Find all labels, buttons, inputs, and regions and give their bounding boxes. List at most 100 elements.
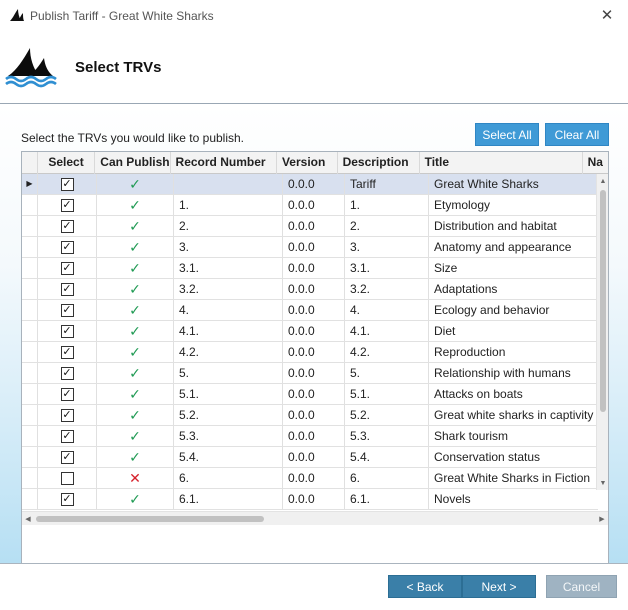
title-cell: Great white sharks in captivity	[434, 408, 594, 422]
can-publish-cell: ✓	[97, 489, 174, 509]
select-checkbox[interactable]: ✓	[60, 261, 74, 275]
can-publish-cell: ✓	[97, 405, 174, 425]
record-number-cell: 5.3.	[174, 426, 283, 446]
table-row[interactable]: ✓ ✓ 6.1. 0.0.0 6.1. Novels	[22, 489, 598, 510]
title-cell: Diet	[434, 324, 456, 338]
can-publish-cell: ✓	[97, 384, 174, 404]
checkmark-icon: ✓	[129, 491, 141, 507]
select-checkbox[interactable]	[60, 471, 74, 485]
shark-fin-icon	[10, 9, 24, 21]
vertical-scroll-thumb[interactable]	[600, 190, 606, 412]
description-cell: 6.1.	[345, 489, 429, 509]
table-row[interactable]: ✓ ✓ 5.2. 0.0.0 5.2. Great white sharks in cap…	[22, 405, 598, 426]
column-header-name[interactable]: Na	[583, 152, 608, 174]
close-icon[interactable]: ✕	[595, 4, 619, 26]
description-cell: 3.2.	[345, 279, 429, 299]
table-row[interactable]: ✓ ✓ 4.2. 0.0.0 4.2. Reproduction	[22, 342, 598, 363]
can-publish-cell: ✓	[97, 447, 174, 467]
column-header-select[interactable]: Select	[38, 152, 96, 174]
row-indicator	[22, 258, 38, 278]
table-row[interactable]: ✓ ✓ 3.2. 0.0.0 3.2. Adaptations	[22, 279, 598, 300]
wizard-footer: < Back Next > Cancel	[0, 563, 628, 610]
wizard-body: Select the TRVs you would like to publis…	[0, 105, 628, 571]
description-cell: Tariff	[345, 174, 429, 194]
column-header-record-number[interactable]: Record Number	[171, 152, 277, 174]
select-checkbox[interactable]: ✓	[60, 450, 74, 464]
table-row[interactable]: ✓ ✓ 4.1. 0.0.0 4.1. Diet	[22, 321, 598, 342]
select-checkbox[interactable]: ✓	[60, 408, 74, 422]
vertical-scrollbar[interactable]: ▲ ▼	[596, 174, 608, 490]
column-header-can-publish[interactable]: Can Publish?	[95, 152, 171, 174]
scroll-down-icon[interactable]: ▼	[597, 476, 608, 490]
select-checkbox[interactable]: ✓	[60, 198, 74, 212]
select-cell: ✓	[38, 447, 97, 467]
version-cell: 0.0.0	[283, 384, 345, 404]
description-cell: 5.3.	[345, 426, 429, 446]
table-row[interactable]: ✓ ✓ 3.1. 0.0.0 3.1. Size	[22, 258, 598, 279]
select-cell: ✓	[38, 195, 97, 215]
table-row[interactable]: ✓ ✓ 5.4. 0.0.0 5.4. Conservation status	[22, 447, 598, 468]
column-header-title[interactable]: Title	[420, 152, 583, 174]
select-checkbox[interactable]: ✓	[60, 219, 74, 233]
select-checkbox[interactable]: ✓	[60, 345, 74, 359]
instructions-text: Select the TRVs you would like to publis…	[21, 131, 245, 145]
select-checkbox[interactable]: ✓	[60, 492, 74, 506]
row-indicator	[22, 300, 38, 320]
select-checkbox[interactable]: ✓	[60, 366, 74, 380]
table-row[interactable]: ✓ ✓ 5. 0.0.0 5. Relationship with humans	[22, 363, 598, 384]
table-row[interactable]: ✕ 6. 0.0.0 6. Great White Sharks in Fiction	[22, 468, 598, 489]
record-number-cell: 6.	[174, 468, 283, 488]
table-row[interactable]: ✓ ✓ 4. 0.0.0 4. Ecology and behavior	[22, 300, 598, 321]
table-row[interactable]: ✓ ✓ 2. 0.0.0 2. Distribution and habitat	[22, 216, 598, 237]
select-cell	[38, 468, 97, 488]
row-indicator	[22, 447, 38, 467]
can-publish-cell: ✓	[97, 216, 174, 236]
row-indicator	[22, 489, 38, 509]
table-row[interactable]: ✓ ✓ 3. 0.0.0 3. Anatomy and appearance	[22, 237, 598, 258]
horizontal-scrollbar[interactable]: ◀ ▶	[22, 511, 608, 525]
table-row[interactable]: ✓ ✓ 1. 0.0.0 1. Etymology	[22, 195, 598, 216]
select-cell: ✓	[38, 384, 97, 404]
scroll-up-icon[interactable]: ▲	[597, 174, 608, 188]
select-checkbox[interactable]: ✓	[60, 303, 74, 317]
grid-header: Select Can Publish? Record Number Versio…	[22, 152, 608, 174]
version-cell: 0.0.0	[283, 363, 345, 383]
table-row[interactable]: ✓ ✓ 5.1. 0.0.0 5.1. Attacks on boats	[22, 384, 598, 405]
next-button[interactable]: Next >	[462, 575, 536, 598]
version-cell: 0.0.0	[283, 195, 345, 215]
select-cell: ✓	[38, 489, 97, 509]
cancel-button[interactable]: Cancel	[546, 575, 617, 598]
row-indicator	[22, 195, 38, 215]
select-checkbox[interactable]: ✓	[60, 240, 74, 254]
title-cell: Size	[434, 261, 458, 275]
record-number-cell: 5.1.	[174, 384, 283, 404]
window-title: Publish Tariff - Great White Sharks	[30, 9, 214, 23]
version-cell: 0.0.0	[283, 258, 345, 278]
table-row[interactable]: ▶ ✓ ✓ 0.0.0 Tariff Great White Sharks	[22, 174, 598, 195]
select-checkbox[interactable]: ✓	[60, 387, 74, 401]
can-publish-cell: ✓	[97, 174, 174, 194]
scroll-left-icon[interactable]: ◀	[22, 512, 34, 526]
clear-all-button[interactable]: Clear All	[545, 123, 609, 146]
row-indicator	[22, 279, 38, 299]
select-checkbox[interactable]: ✓	[60, 282, 74, 296]
scroll-right-icon[interactable]: ▶	[596, 512, 608, 526]
select-cell: ✓	[38, 237, 97, 257]
select-checkbox[interactable]: ✓	[60, 429, 74, 443]
record-number-cell: 4.2.	[174, 342, 283, 362]
trv-grid[interactable]: Select Can Publish? Record Number Versio…	[21, 151, 609, 571]
back-button[interactable]: < Back	[388, 575, 462, 598]
row-indicator	[22, 426, 38, 446]
select-checkbox[interactable]: ✓	[60, 324, 74, 338]
select-cell: ✓	[38, 405, 97, 425]
version-cell: 0.0.0	[283, 447, 345, 467]
version-cell: 0.0.0	[283, 237, 345, 257]
current-row-indicator-icon: ▶	[22, 174, 38, 194]
column-header-version[interactable]: Version	[277, 152, 338, 174]
table-row[interactable]: ✓ ✓ 5.3. 0.0.0 5.3. Shark tourism	[22, 426, 598, 447]
title-bar: Publish Tariff - Great White Sharks ✕	[0, 0, 628, 32]
select-checkbox[interactable]: ✓	[60, 177, 74, 191]
horizontal-scroll-thumb[interactable]	[36, 516, 264, 522]
column-header-description[interactable]: Description	[338, 152, 420, 174]
select-all-button[interactable]: Select All	[475, 123, 539, 146]
